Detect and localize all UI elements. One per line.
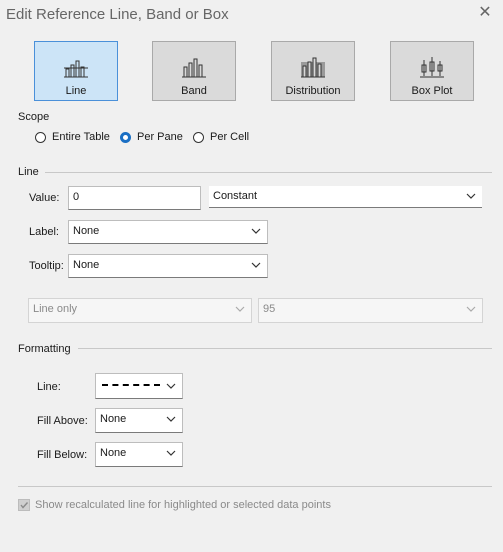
fill-below-text: None [100, 447, 127, 459]
scope-option-per-pane[interactable]: Per Pane [120, 131, 183, 143]
chevron-down-icon [251, 228, 261, 234]
label-select-text: None [73, 225, 100, 237]
recalculated-checkbox[interactable] [18, 499, 30, 511]
line-type-button[interactable]: Line [34, 41, 118, 101]
chevron-down-icon [166, 450, 176, 456]
ci-level-text: 95 [263, 303, 276, 315]
label-select[interactable]: None [68, 220, 268, 244]
chevron-down-icon [166, 416, 176, 422]
formatting-heading: Formatting [18, 343, 71, 355]
value-label: Value: [29, 192, 60, 204]
box-plot-type-button[interactable]: Box Plot [390, 41, 474, 101]
scope-option-label: Per Cell [210, 131, 250, 143]
radio-per-pane[interactable] [120, 131, 131, 143]
line-style-label: Line: [37, 381, 61, 393]
radio-per-cell[interactable] [193, 131, 204, 143]
formatting-divider [78, 348, 492, 349]
chevron-down-icon [166, 383, 176, 389]
distribution-type-label: Distribution [285, 85, 341, 97]
line-style-select[interactable] [95, 373, 183, 399]
scope-option-label: Per Pane [137, 131, 183, 143]
radio-entire-table[interactable] [35, 131, 46, 143]
line-section-divider [45, 172, 492, 173]
bottom-divider [18, 486, 492, 487]
chevron-down-icon [466, 193, 476, 199]
chevron-down-icon [251, 262, 261, 268]
fill-below-label: Fill Below: [37, 449, 88, 461]
box-plot-type-label: Box Plot [411, 85, 453, 97]
label-field-label: Label: [29, 226, 59, 238]
dashed-line-preview [102, 384, 160, 386]
value-type-text: Constant [213, 190, 258, 202]
window-title: Edit Reference Line, Band or Box [6, 6, 229, 23]
fill-below-select[interactable]: None [95, 442, 183, 467]
fill-above-text: None [100, 413, 127, 425]
tooltip-select-text: None [73, 259, 100, 271]
scope-option-entire-table[interactable]: Entire Table [35, 131, 110, 143]
distribution-type-button[interactable]: Distribution [271, 41, 355, 101]
ci-type-select[interactable]: Line only [28, 298, 252, 323]
fill-above-select[interactable]: None [95, 408, 183, 433]
title-bar: Edit Reference Line, Band or Box ✕ [0, 0, 503, 30]
box-plot-icon [391, 56, 473, 78]
recalculated-label: Show recalculated line for highlighted o… [35, 499, 331, 511]
value-type-select[interactable]: Constant [209, 186, 482, 208]
scope-option-label: Entire Table [52, 131, 110, 143]
line-icon [35, 56, 117, 78]
distribution-icon [272, 56, 354, 78]
value-input[interactable]: 0 [68, 186, 201, 210]
tooltip-select[interactable]: None [68, 254, 268, 278]
line-section-heading: Line [18, 166, 39, 178]
tooltip-field-label: Tooltip: [29, 260, 64, 272]
line-type-label: Line [65, 85, 87, 97]
ci-level-select[interactable]: 95 [258, 298, 483, 323]
scope-heading: Scope [18, 111, 50, 123]
band-type-label: Band [181, 85, 207, 97]
close-button[interactable]: ✕ [477, 4, 493, 22]
band-icon [153, 56, 235, 78]
fill-above-label: Fill Above: [37, 415, 88, 427]
chevron-down-icon [466, 306, 476, 312]
ci-type-text: Line only [33, 303, 78, 315]
scope-option-per-cell[interactable]: Per Cell [193, 131, 249, 143]
chevron-down-icon [235, 306, 245, 312]
band-type-button[interactable]: Band [152, 41, 236, 101]
checkmark-icon [20, 502, 29, 509]
